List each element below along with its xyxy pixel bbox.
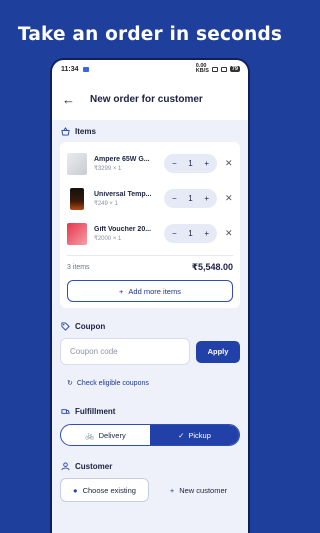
add-more-items-button[interactable]: + Add more items bbox=[67, 280, 233, 302]
phone-screen: 11:34 0.00 KB/S 79 ← New order for custo… bbox=[50, 58, 250, 533]
close-icon[interactable]: ✕ bbox=[225, 193, 233, 204]
network-speed: 0.00 KB/S bbox=[195, 63, 209, 74]
basket-icon bbox=[61, 127, 70, 136]
pickup-label: Pickup bbox=[188, 430, 211, 440]
item-name: Universal Temp... bbox=[94, 190, 152, 198]
coupon-input[interactable]: Coupon code bbox=[60, 338, 190, 365]
add-person-icon: + bbox=[169, 485, 175, 495]
item-name: Ampere 65W G... bbox=[94, 155, 150, 163]
product-thumbnail bbox=[67, 222, 87, 245]
promo-headline: Take an order in seconds bbox=[17, 24, 283, 45]
minus-icon[interactable]: − bbox=[172, 159, 177, 168]
choose-existing-label: Choose existing bbox=[82, 485, 136, 495]
plus-icon[interactable]: + bbox=[204, 194, 209, 203]
product-thumbnail bbox=[70, 187, 84, 210]
items-heading: Items bbox=[75, 127, 96, 136]
page-title: New order for customer bbox=[90, 93, 203, 105]
list-item: Gift Voucher 20... ₹2000 × 1 − 1 + ✕ bbox=[67, 216, 233, 251]
quantity-value: 1 bbox=[188, 194, 193, 203]
item-price: ₹2000 × 1 bbox=[94, 235, 122, 242]
minus-icon[interactable]: − bbox=[172, 194, 177, 203]
status-bar: 11:34 0.00 KB/S 79 bbox=[52, 60, 248, 78]
notification-icon bbox=[82, 66, 89, 72]
fulfillment-section-header: Fulfillment bbox=[52, 407, 248, 416]
new-customer-button[interactable]: + New customer bbox=[157, 478, 240, 502]
truck-icon bbox=[61, 409, 70, 414]
coupon-heading: Coupon bbox=[75, 322, 106, 331]
plus-icon: + bbox=[119, 286, 124, 296]
refresh-icon: ↻ bbox=[67, 380, 73, 387]
new-customer-label: New customer bbox=[179, 485, 228, 495]
add-more-label: Add more items bbox=[128, 286, 181, 296]
close-icon[interactable]: ✕ bbox=[225, 158, 233, 169]
wifi-icon bbox=[211, 66, 218, 72]
quantity-stepper[interactable]: − 1 + bbox=[164, 189, 217, 208]
bike-icon: 🚲 bbox=[85, 430, 95, 440]
divider bbox=[67, 255, 233, 256]
list-item: Ampere 65W G... ₹3299 × 1 − 1 + ✕ bbox=[67, 146, 233, 181]
quantity-value: 1 bbox=[188, 229, 193, 238]
person-icon bbox=[61, 462, 70, 471]
check-coupons-label: Check eligible coupons bbox=[76, 379, 149, 387]
quantity-value: 1 bbox=[188, 159, 193, 168]
checkmark-icon: ✓ bbox=[178, 430, 185, 440]
item-price: ₹249 × 1 bbox=[94, 200, 119, 207]
minus-icon[interactable]: − bbox=[172, 229, 177, 238]
item-name: Gift Voucher 20... bbox=[94, 225, 152, 233]
fulfillment-toggle[interactable]: 🚲 Delivery ✓ Pickup bbox=[60, 424, 240, 446]
coupon-section-header: Coupon bbox=[52, 322, 248, 331]
customer-section-header: Customer bbox=[52, 462, 248, 471]
coupon-row: Coupon code Apply bbox=[60, 338, 240, 365]
battery-icon: 79 bbox=[229, 66, 240, 72]
items-section-header: Items bbox=[52, 127, 248, 136]
pickup-option[interactable]: ✓ Pickup bbox=[150, 425, 239, 445]
plus-icon[interactable]: + bbox=[204, 229, 209, 238]
back-arrow-icon[interactable]: ← bbox=[62, 92, 80, 107]
totals-row: 3 items ₹5,548.00 bbox=[67, 262, 233, 273]
plus-icon[interactable]: + bbox=[204, 159, 209, 168]
customer-actions: ● Choose existing + New customer bbox=[60, 478, 240, 502]
product-thumbnail bbox=[67, 152, 87, 175]
list-item: Universal Temp... ₹249 × 1 − 1 + ✕ bbox=[67, 181, 233, 216]
apply-button[interactable]: Apply bbox=[196, 340, 240, 363]
app-bar: ← New order for customer bbox=[52, 78, 248, 120]
delivery-option[interactable]: 🚲 Delivery bbox=[61, 425, 150, 445]
item-count: 3 items bbox=[67, 264, 90, 271]
items-card: Ampere 65W G... ₹3299 × 1 − 1 + ✕ Univer… bbox=[60, 142, 240, 308]
close-icon[interactable]: ✕ bbox=[225, 228, 233, 239]
status-icons: 0.00 KB/S 79 bbox=[195, 63, 240, 74]
people-icon: ● bbox=[73, 485, 78, 495]
choose-existing-button[interactable]: ● Choose existing bbox=[60, 478, 149, 502]
signal-icon bbox=[220, 66, 227, 72]
customer-heading: Customer bbox=[75, 462, 113, 471]
item-price: ₹3299 × 1 bbox=[94, 165, 122, 172]
order-total: ₹5,548.00 bbox=[191, 262, 233, 272]
quantity-stepper[interactable]: − 1 + bbox=[164, 154, 217, 173]
check-coupons-link[interactable]: ↻ Check eligible coupons bbox=[67, 379, 248, 388]
tag-icon bbox=[61, 322, 70, 331]
status-time: 11:34 bbox=[61, 65, 79, 73]
delivery-label: Delivery bbox=[98, 430, 126, 440]
quantity-stepper[interactable]: − 1 + bbox=[164, 224, 217, 243]
fulfillment-heading: Fulfillment bbox=[75, 407, 116, 416]
